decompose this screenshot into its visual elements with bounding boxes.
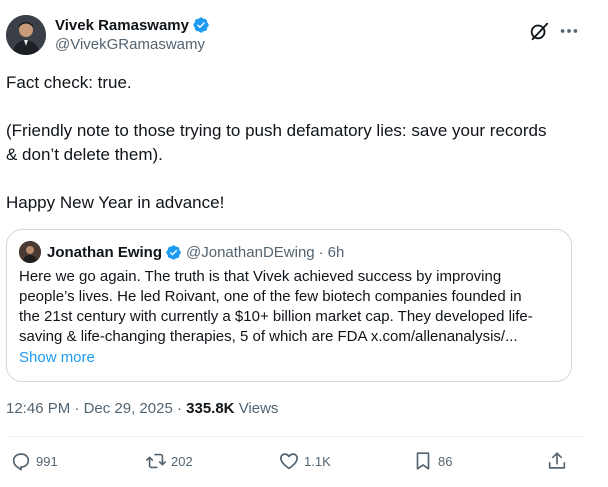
like-button[interactable]: 1.1K — [278, 450, 331, 472]
tweet-text-line: (Friendly note to those trying to push d… — [6, 121, 547, 140]
tweet-text: Fact check: true. (Friendly note to thos… — [6, 71, 576, 215]
quoted-handle[interactable]: @JonathanDEwing — [186, 244, 315, 261]
quoted-text-line: people’s lives. He led Roivant, one of t… — [19, 288, 522, 305]
views-count: 335.8K — [186, 400, 235, 417]
quoted-timestamp[interactable]: 6h — [328, 244, 345, 261]
quoted-avatar[interactable] — [19, 241, 41, 263]
reply-icon — [12, 453, 30, 471]
tweet-meta: 12:46 PM · Dec 29, 2025 · 335.8K Views — [6, 400, 278, 417]
author-handle[interactable]: @VivekGRamaswamy — [55, 36, 210, 53]
separator-dot: · — [318, 243, 324, 261]
reply-button[interactable]: 991 — [10, 450, 58, 472]
action-bar: 991 202 1.1K 86 — [0, 447, 590, 477]
divider — [6, 436, 584, 437]
grok-icon[interactable] — [528, 20, 550, 42]
separator-dot: · — [74, 400, 80, 417]
reply-count: 991 — [36, 453, 58, 469]
bookmark-icon — [416, 452, 430, 470]
show-more-link[interactable]: Show more — [19, 349, 95, 366]
share-button[interactable] — [546, 450, 568, 472]
views-label: Views — [238, 400, 279, 417]
tweet-text-line: Fact check: true. — [6, 73, 132, 92]
more-options-icon[interactable] — [558, 20, 580, 42]
heart-icon — [280, 453, 298, 470]
quoted-tweet[interactable]: Jonathan Ewing @JonathanDEwing · 6h Here… — [6, 229, 572, 382]
author-display-name[interactable]: Vivek Ramaswamy — [55, 17, 189, 34]
bookmark-count: 86 — [438, 453, 453, 469]
quoted-text-line: the 21st century with currently a $10+ b… — [19, 308, 533, 325]
avatar[interactable] — [6, 15, 46, 55]
quoted-text-line: saving & life-changing therapies, 5 of w… — [19, 328, 518, 345]
repost-count: 202 — [171, 453, 193, 469]
tweet-header: Vivek Ramaswamy @VivekGRamaswamy — [6, 12, 586, 60]
post-time[interactable]: 12:46 PM — [6, 400, 70, 417]
tweet: Vivek Ramaswamy @VivekGRamaswamy Fact ch… — [0, 0, 590, 487]
tweet-text-line: Happy New Year in advance! — [6, 193, 225, 212]
post-date[interactable]: Dec 29, 2025 — [84, 400, 173, 417]
quoted-text-line: Here we go again. The truth is that Vive… — [19, 268, 502, 285]
verified-badge-icon — [166, 244, 181, 260]
repost-button[interactable]: 202 — [145, 450, 193, 472]
like-count: 1.1K — [304, 453, 331, 469]
quoted-text: Here we go again. The truth is that Vive… — [19, 267, 559, 347]
tweet-text-line: & don’t delete them). — [6, 145, 163, 164]
separator-dot: · — [176, 400, 182, 417]
repost-icon — [146, 453, 166, 469]
bookmark-button[interactable]: 86 — [412, 450, 452, 472]
verified-badge-icon — [193, 17, 209, 33]
share-icon — [548, 452, 566, 469]
quoted-display-name[interactable]: Jonathan Ewing — [47, 244, 162, 261]
